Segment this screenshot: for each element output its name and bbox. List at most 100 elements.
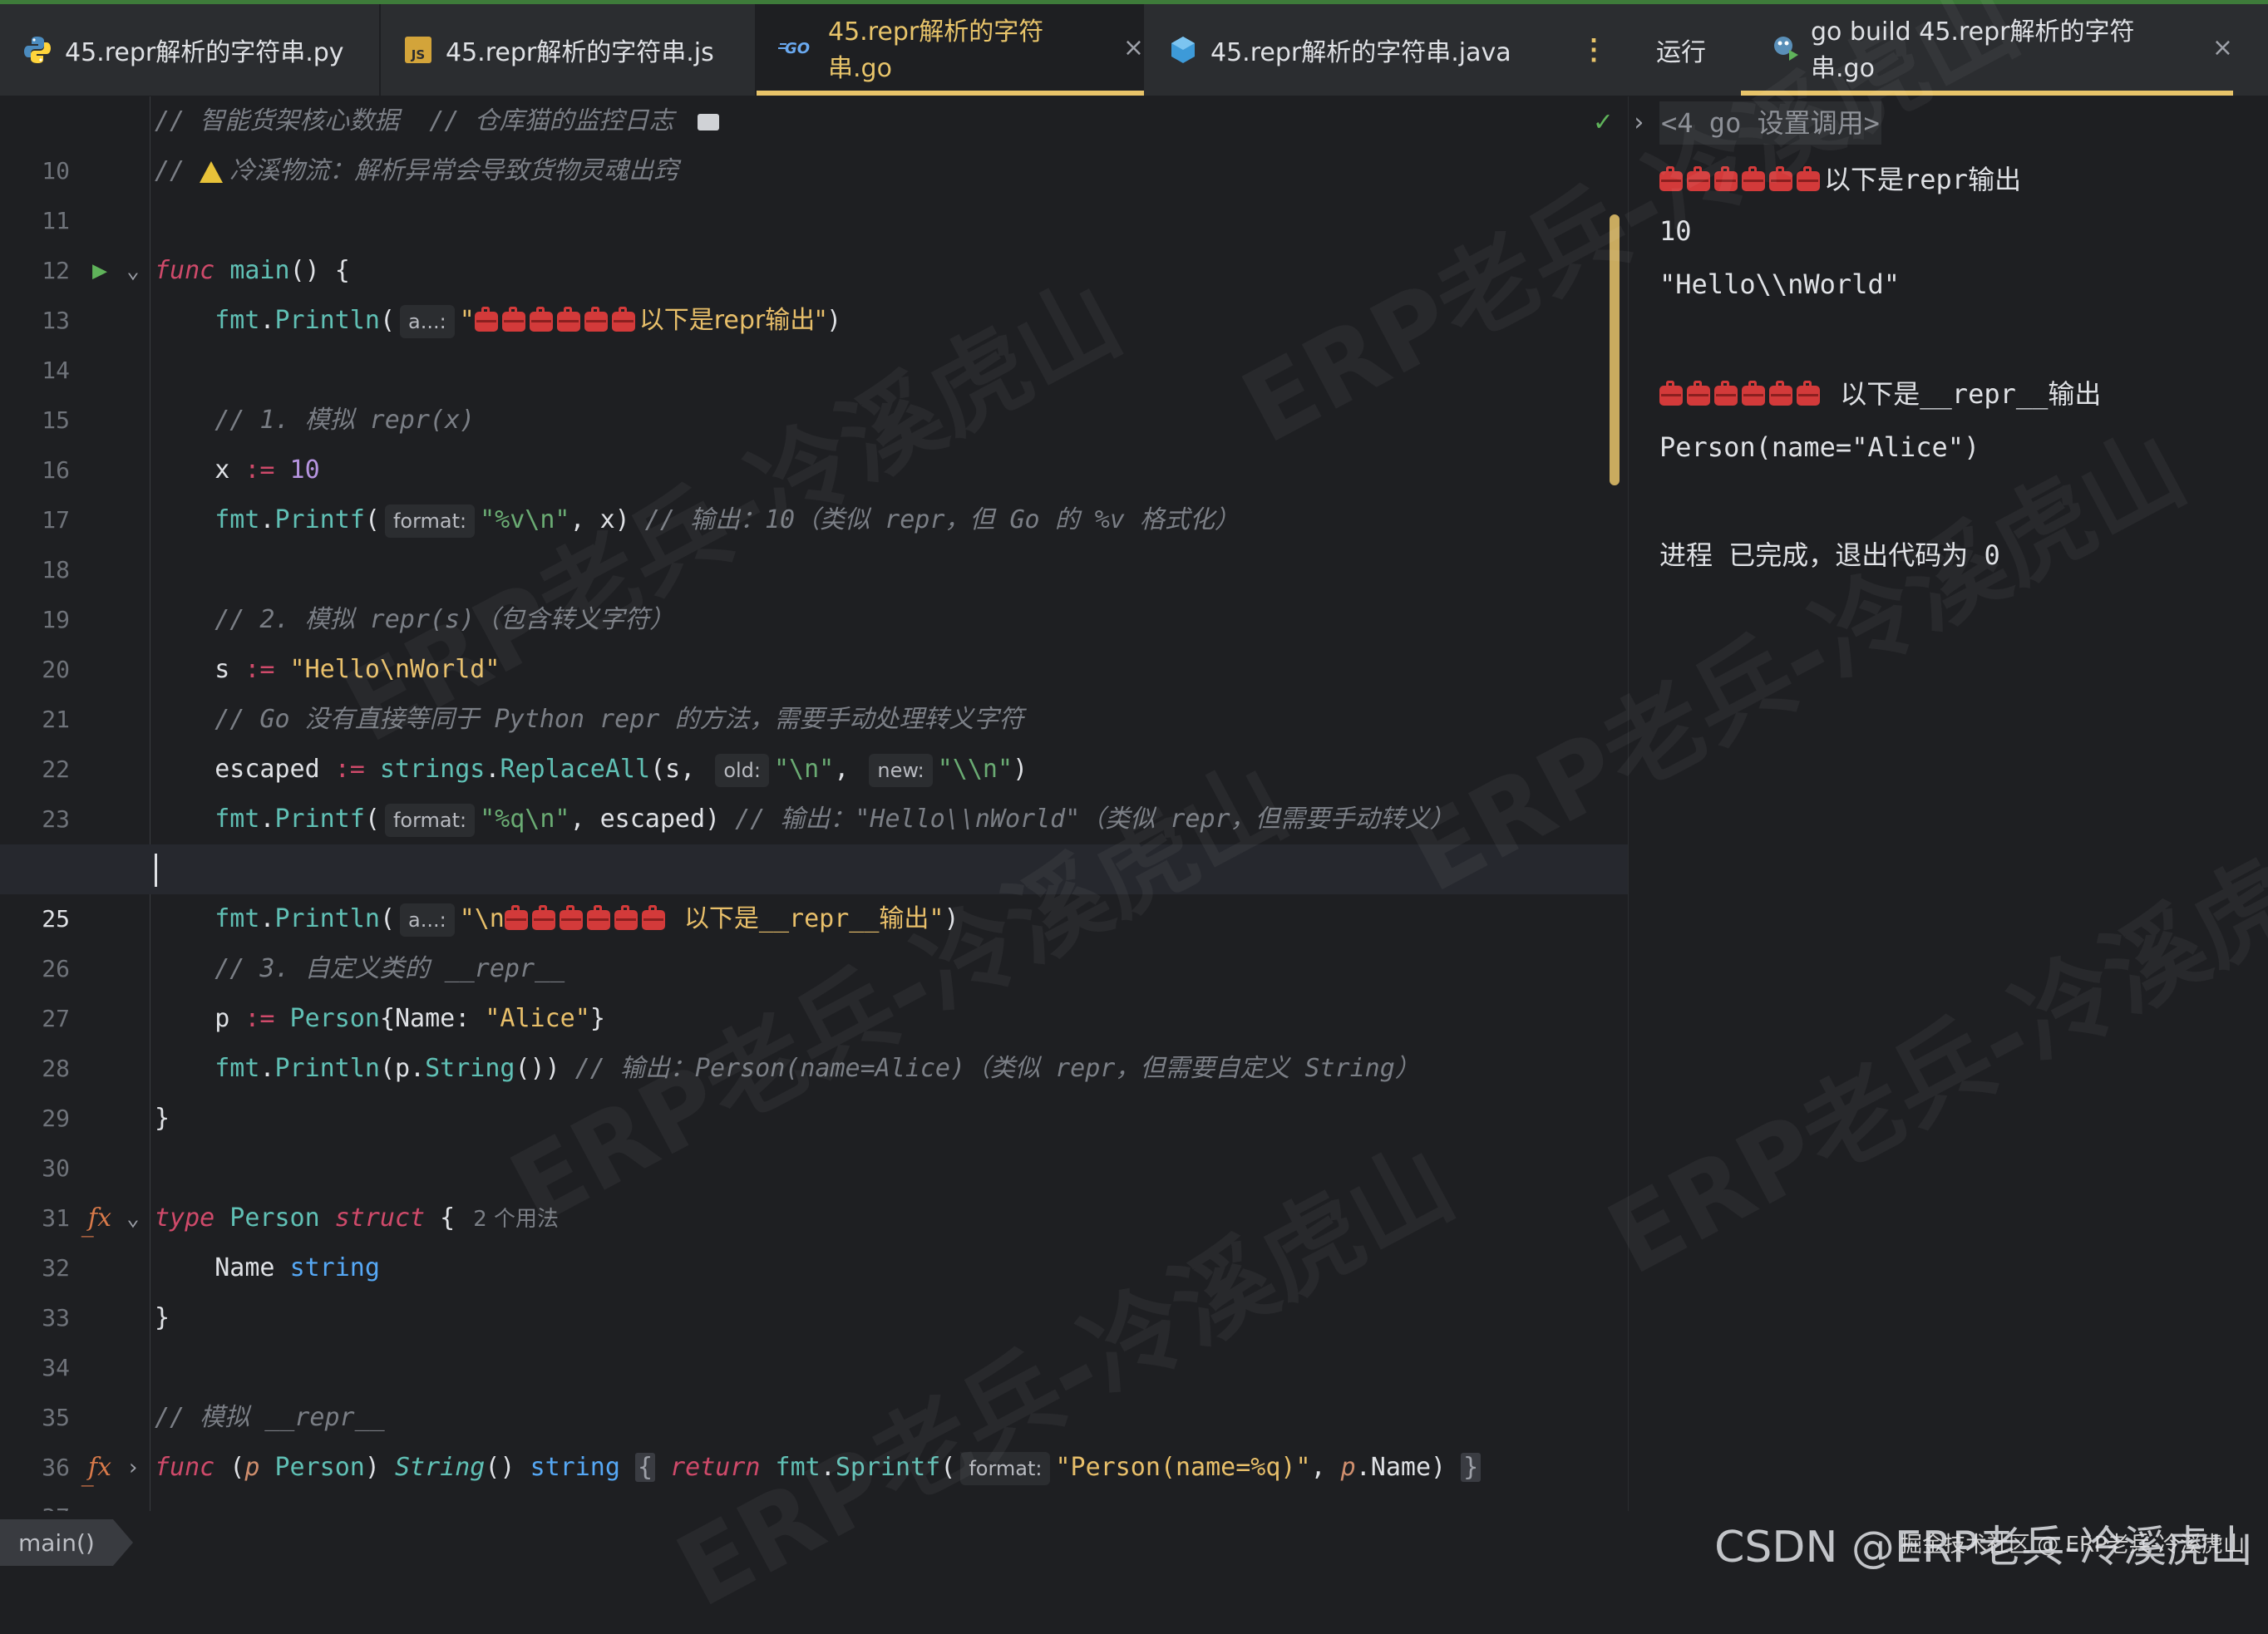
comment: // Go 没有直接等同于 Python repr 的方法，需要手动处理转义字符	[214, 705, 1024, 734]
code-line[interactable]: 14 fmt.Println(a...: " 以下是repr输出")	[0, 296, 1628, 384]
code-line[interactable]: 16 // 1. 模拟 repr(x)	[0, 396, 1628, 484]
string: 以下是repr输出"	[638, 306, 827, 335]
run-panel-title: 运行	[1656, 38, 1706, 67]
punctuation: {	[425, 1203, 456, 1233]
function-call: Println	[274, 904, 380, 933]
parameter-hint: old:	[715, 753, 769, 787]
code-line[interactable]: 29 fmt.Println(p.String()) // 输出：Person(…	[0, 1044, 1628, 1132]
punctuation: {Name:	[379, 1004, 486, 1033]
line-number: 37	[0, 1493, 70, 1511]
parameter-hint: new:	[869, 753, 933, 787]
code-line[interactable]: 30 }	[0, 1094, 1628, 1182]
code-line[interactable]: 32 f̲x ⌄ type Person struct {2 个用法	[0, 1194, 1628, 1282]
toolbox-icon	[474, 306, 498, 332]
toolbox-icon	[1659, 166, 1683, 191]
close-tab-icon[interactable]: ×	[1123, 33, 1144, 62]
comment: // 输出：10（类似 repr，但 Go 的 %v 格式化）	[629, 505, 1240, 534]
code-line[interactable]: 28 p := Person{Name: "Alice"}	[0, 994, 1628, 1082]
toolbox-icon	[641, 904, 665, 930]
tab-python-file[interactable]: 45.repr解析的字符串.py	[0, 4, 379, 96]
code-line[interactable]: 27 // 3. 自定义类的 __repr__	[0, 944, 1628, 1032]
toolbox-icon	[586, 904, 610, 930]
code-line[interactable]: 17 x := 10	[0, 445, 1628, 534]
punctuation: )	[826, 306, 842, 335]
code-editor[interactable]: 10 // 智能货架核心数据 // 仓库猫的监控日志 11 // 冷溪物流：解析…	[0, 96, 1628, 1511]
comment: // 1. 模拟 repr(x)	[214, 406, 476, 435]
function-call: ReplaceAll	[500, 755, 651, 784]
punctuation: (	[379, 306, 395, 335]
variable: escaped	[214, 755, 335, 784]
package: fmt	[214, 505, 260, 534]
code-line[interactable]: 20 // 2. 模拟 repr(s)（包含转义字符）	[0, 595, 1628, 683]
fold-chevron-down-icon[interactable]: ⌄	[121, 246, 145, 296]
function-call: Sprintf	[835, 1453, 941, 1482]
comment: 冷溪物流：解析异常会导致货物灵魂出窍	[229, 156, 679, 185]
code-line[interactable]: 36 // 模拟 __repr__	[0, 1393, 1628, 1481]
punctuation: )	[944, 904, 959, 933]
punctuation: )	[1013, 755, 1028, 784]
arguments: .Name)	[1355, 1453, 1462, 1482]
code-line[interactable]: 37 f̲x › func (p Person) String() string…	[0, 1443, 1628, 1511]
implementation-icon[interactable]: f̲x	[83, 1194, 116, 1243]
operator: :=	[244, 1004, 275, 1033]
comment: // 2. 模拟 repr(s)（包含转义字符）	[214, 605, 675, 634]
code-line[interactable]: 19	[0, 545, 1628, 633]
tab-go-file[interactable]: GO 45.repr解析的字符串.go ×	[757, 4, 1144, 96]
toolbox-icon	[1714, 381, 1738, 406]
run-icon[interactable]: ▶	[83, 246, 116, 296]
tab-overflow-menu-icon[interactable]: ⋮	[1580, 4, 1608, 96]
code-line[interactable]: 22 // Go 没有直接等同于 Python repr 的方法，需要手动处理转…	[0, 695, 1628, 783]
code-line[interactable]: 12	[0, 196, 1628, 284]
string: "Hello\nWorld"	[274, 655, 500, 684]
comment: // 输出：Person(name=Alice)（类似 repr，但需要自定义 …	[560, 1054, 1420, 1083]
code-line[interactable]: 24 fmt.Printf(format:"%q\n", escaped) //…	[0, 795, 1628, 883]
implementation-icon[interactable]: f̲x	[83, 1443, 116, 1493]
code-line[interactable]: 21 s := "Hello\nWorld"	[0, 645, 1628, 733]
java-icon	[1167, 34, 1199, 66]
inspection-ok-icon[interactable]: ✓	[1586, 96, 1620, 146]
code-line[interactable]: 35	[0, 1343, 1628, 1431]
code-line[interactable]: 10 // 智能货架核心数据 // 仓库猫的监控日志	[0, 96, 1628, 185]
usages-hint[interactable]: 2 个用法	[473, 1207, 559, 1232]
code-line[interactable]: 33 Name string	[0, 1243, 1628, 1331]
punctuation: }	[589, 1004, 605, 1033]
package: fmt	[214, 805, 260, 834]
tab-label: 45.repr解析的字符串.py	[65, 38, 344, 67]
python-icon	[22, 34, 53, 66]
breadcrumb[interactable]: main()	[0, 1519, 133, 1566]
operator: :=	[334, 755, 365, 784]
toolbox-icon	[1659, 381, 1683, 406]
footer-watermark: CSDN @ERP老兵-冷溪虎山	[1714, 1523, 2253, 1572]
editor-scrollbar[interactable]	[1610, 214, 1620, 485]
tab-java-file[interactable]: 45.repr解析的字符串.java	[1146, 4, 1561, 96]
run-config-tab[interactable]: go build 45.repr解析的字符串.go ×	[1741, 4, 2233, 96]
function-name: String	[395, 1453, 486, 1482]
tab-javascript-file[interactable]: JS 45.repr解析的字符串.js	[381, 4, 755, 96]
fold-chevron-down-icon[interactable]: ⌄	[121, 1194, 145, 1243]
code-line[interactable]: 18 fmt.Printf(format: "%v\n", x) // 输出：10…	[0, 495, 1628, 583]
code-line[interactable]: 26 fmt.Println(a...: "\n 以下是__repr__输出")	[0, 894, 1628, 982]
toolbox-icon	[614, 904, 638, 930]
code-line[interactable]: 13 ▶ ⌄ func main() {	[0, 246, 1628, 334]
code-line[interactable]: 11 // 冷溪物流：解析异常会导致货物灵魂出窍	[0, 146, 1628, 234]
parameter-hint: a...:	[400, 304, 455, 338]
toolbox-icon	[529, 306, 553, 332]
string: "\n	[459, 904, 505, 933]
code-line[interactable]: 15	[0, 346, 1628, 434]
punctuation: (	[364, 805, 380, 834]
keyword: return	[655, 1453, 761, 1482]
output-text: 以下是__repr__输出	[1824, 378, 2102, 410]
code-line[interactable]: 31	[0, 1144, 1628, 1232]
code-line[interactable]: 34 }	[0, 1293, 1628, 1381]
operator: :=	[244, 455, 275, 485]
chevron-right-icon[interactable]: ›	[1631, 96, 1646, 150]
toolbox-icon	[556, 306, 580, 332]
receiver: p	[1340, 1453, 1356, 1482]
close-run-tab-icon[interactable]: ×	[2212, 33, 2233, 62]
toolbox-icon	[1797, 166, 1820, 191]
code-line[interactable]: 23 escaped := strings.ReplaceAll(s, old:…	[0, 745, 1628, 833]
comment: // 智能货架核心数据 // 仓库猫的监控日志	[155, 106, 689, 135]
fold-chevron-right-icon[interactable]: ›	[121, 1443, 145, 1493]
keyword: func	[155, 1453, 215, 1482]
code-line-current[interactable]: 25	[0, 844, 1628, 933]
